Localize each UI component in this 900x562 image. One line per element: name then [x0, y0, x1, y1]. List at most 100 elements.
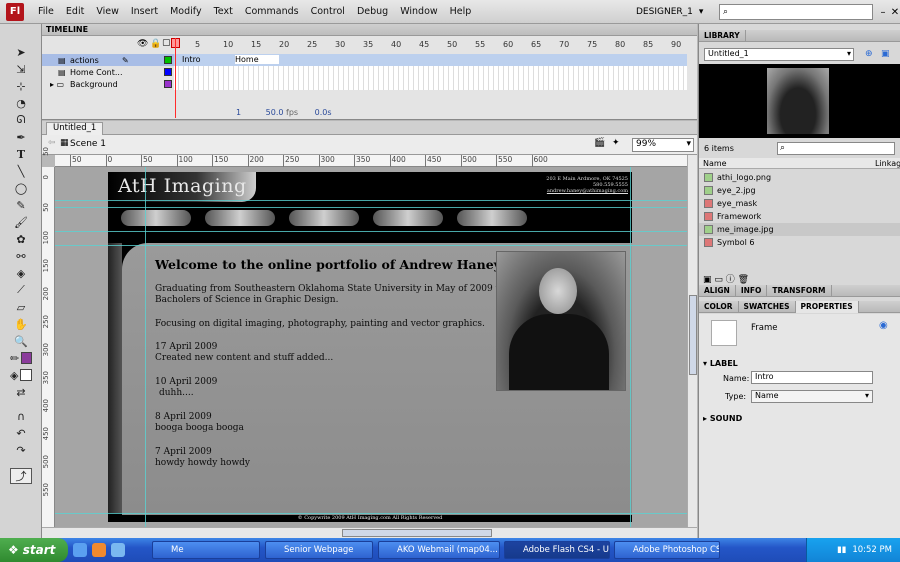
library-item[interactable]: Symbol 6	[699, 236, 900, 249]
tab-transform[interactable]: TRANSFORM	[767, 284, 832, 297]
library-search-input[interactable]: ⌕	[777, 142, 895, 155]
guide-line[interactable]	[630, 167, 631, 527]
close-icon[interactable]: ✕	[888, 5, 900, 19]
scene-label[interactable]: Scene 1	[70, 139, 106, 149]
layer-frames[interactable]	[174, 66, 687, 78]
stage-horizontal-scrollbar[interactable]	[42, 527, 697, 538]
library-panel-header[interactable]: LIBRARY	[699, 29, 900, 42]
nav-button-5[interactable]	[457, 210, 527, 226]
hand-tool-icon[interactable]: ✋	[10, 316, 32, 332]
library-item[interactable]: eye_2.jpg	[699, 184, 900, 197]
clock[interactable]: 10:52 PM	[852, 545, 892, 555]
line-tool-icon[interactable]: ╲	[10, 163, 32, 179]
paint-bucket-tool-icon[interactable]: ◈	[10, 265, 32, 281]
eye-icon[interactable]: 👁	[137, 39, 148, 49]
timeline-tab[interactable]: TIMELINE	[42, 24, 697, 36]
menu-modify[interactable]: Modify	[164, 6, 207, 17]
sound-section-header[interactable]: ▸ SOUND	[703, 414, 742, 423]
pen-tool-icon[interactable]: ✒	[10, 129, 32, 145]
guide-line[interactable]	[55, 245, 687, 246]
straighten-icon[interactable]: ↷	[10, 442, 32, 458]
text-tool-icon[interactable]: T	[10, 146, 32, 162]
task-photoshop[interactable]: Adobe Photoshop CS...	[614, 541, 720, 559]
nav-button-4[interactable]	[373, 210, 443, 226]
deco-tool-icon[interactable]: ✿	[10, 231, 32, 247]
firefox-quicklaunch-icon[interactable]	[92, 543, 106, 557]
eraser-tool-icon[interactable]: ▱	[10, 299, 32, 315]
layer-row-actions[interactable]: ▤ actions ✎ Intro Home	[42, 54, 687, 66]
site-logo[interactable]: AtH Imaging	[118, 175, 247, 197]
network-icon[interactable]: ▮▮	[837, 545, 846, 555]
outline-icon[interactable]: ▢	[162, 38, 171, 48]
zoom-tool-icon[interactable]: 🔍	[10, 333, 32, 349]
stage-vertical-scrollbar[interactable]	[687, 155, 697, 527]
eyedropper-tool-icon[interactable]: ⟋	[10, 282, 32, 298]
oval-tool-icon[interactable]: ◯	[10, 180, 32, 196]
menu-text[interactable]: Text	[208, 6, 239, 17]
tab-properties[interactable]: PROPERTIES	[795, 300, 859, 313]
help-icon[interactable]: ◉	[879, 320, 888, 331]
delete-icon[interactable]: 🗑	[738, 275, 749, 285]
collapsed-panel-icon[interactable]: ⤴	[10, 468, 32, 484]
col-linkage[interactable]: Linkag	[875, 159, 900, 168]
menu-debug[interactable]: Debug	[351, 6, 394, 17]
nav-button-1[interactable]	[121, 210, 191, 226]
ie-quicklaunch-icon[interactable]	[73, 543, 87, 557]
zoom-select[interactable]: 99% ▾	[632, 138, 694, 152]
frame-ruler[interactable]: 👁 🔒 ▢ 1 5 10 15 20 25 30 35 40 45 50 55 …	[42, 38, 697, 50]
guide-line[interactable]	[55, 207, 687, 208]
properties-icon[interactable]: ⓘ	[726, 275, 735, 285]
guide-line[interactable]	[55, 513, 687, 514]
task-me[interactable]: Me	[152, 541, 260, 559]
tab-swatches[interactable]: SWATCHES	[739, 300, 796, 313]
edit-scene-icon[interactable]: 🎬	[594, 138, 605, 148]
task-ako-webmail[interactable]: AKO Webmail (map04...	[378, 541, 500, 559]
lasso-tool-icon[interactable]: ᘏ	[10, 112, 32, 128]
guide-line[interactable]	[55, 231, 687, 232]
free-transform-tool-icon[interactable]: ⊹	[10, 78, 32, 94]
nav-button-2[interactable]	[205, 210, 275, 226]
pencil-tool-icon[interactable]: ✎	[10, 197, 32, 213]
portrait-photo[interactable]	[496, 251, 626, 391]
tab-align[interactable]: ALIGN	[699, 284, 736, 297]
menu-edit[interactable]: Edit	[60, 6, 90, 17]
3d-rotation-tool-icon[interactable]: ◔	[10, 95, 32, 111]
menu-window[interactable]: Window	[394, 6, 443, 17]
new-folder-icon[interactable]: ▭	[714, 275, 723, 285]
task-senior-webpage[interactable]: Senior Webpage	[265, 541, 373, 559]
col-name[interactable]: Name	[703, 159, 727, 168]
lock-icon[interactable]: 🔒	[150, 39, 161, 49]
stroke-color-swatch[interactable]: ✏	[10, 350, 32, 366]
desktop-quicklaunch-icon[interactable]	[111, 543, 125, 557]
tab-info[interactable]: INFO	[736, 284, 768, 297]
document-tab[interactable]: Untitled_1	[46, 122, 104, 135]
library-item[interactable]: me_image.jpg	[699, 223, 900, 236]
library-document-select[interactable]: Untitled_1 ▾	[704, 48, 854, 61]
library-item[interactable]: athi_logo.png	[699, 171, 900, 184]
tab-library[interactable]: LIBRARY	[699, 29, 746, 42]
layer-row-home-content[interactable]: ▤ Home Cont...	[42, 66, 687, 78]
frame-name-input[interactable]: Intro	[751, 371, 873, 384]
brush-tool-icon[interactable]: 🖌	[10, 214, 32, 230]
label-type-select[interactable]: Name ▾	[751, 390, 873, 403]
swap-colors-icon[interactable]: ⇄	[10, 384, 32, 400]
subselection-tool-icon[interactable]: ⇲	[10, 61, 32, 77]
label-section-header[interactable]: ▾ LABEL	[703, 359, 738, 368]
guide-line[interactable]	[145, 167, 146, 527]
menu-control[interactable]: Control	[305, 6, 351, 17]
scroll-thumb[interactable]	[342, 529, 492, 537]
start-button[interactable]: ❖ start	[0, 538, 68, 562]
frame-rate[interactable]: 50.0	[266, 108, 284, 117]
new-library-icon[interactable]: ▣	[881, 49, 890, 59]
guide-line[interactable]	[55, 200, 687, 201]
selection-tool-icon[interactable]: ➤	[10, 44, 32, 60]
task-flash[interactable]: Adobe Flash CS4 - Un...	[504, 541, 610, 559]
pin-icon[interactable]: ⊕	[865, 49, 873, 59]
help-search-input[interactable]: ⌕	[719, 4, 873, 20]
smooth-icon[interactable]: ↶	[10, 425, 32, 441]
workspace-switcher[interactable]: DESIGNER_1 ▾	[636, 4, 712, 20]
stage[interactable]: AtH Imaging 203 E Main Ardmore, OK 74525…	[108, 172, 632, 522]
new-symbol-icon[interactable]: ▣	[703, 275, 712, 285]
menu-file[interactable]: File	[32, 6, 60, 17]
menu-insert[interactable]: Insert	[125, 6, 164, 17]
